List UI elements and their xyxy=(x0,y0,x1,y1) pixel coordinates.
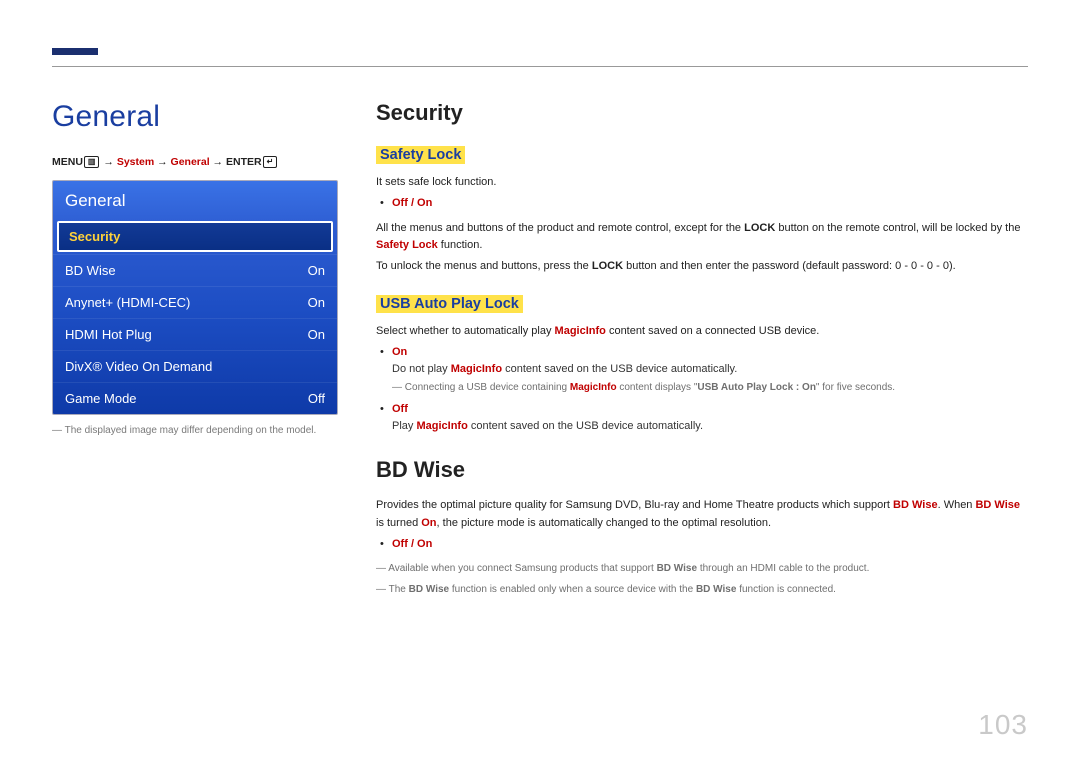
breadcrumb: MENU▥ → System → General → ENTER↵ xyxy=(52,156,338,168)
top-rule xyxy=(52,66,1028,67)
osd-item-value: On xyxy=(308,263,325,278)
text: content saved on the USB device automati… xyxy=(468,420,703,432)
osd-item-label: HDMI Hot Plug xyxy=(65,327,152,342)
osd-item-label: Anynet+ (HDMI-CEC) xyxy=(65,295,190,310)
osd-title: General xyxy=(53,181,337,219)
osd-panel: General Security BD Wise On Anynet+ (HDM… xyxy=(52,180,338,415)
osd-item-value: On xyxy=(308,295,325,310)
text: function. xyxy=(438,239,483,251)
option-off-on: Off / On xyxy=(392,197,432,209)
usb-option-on: On Do not play MagicInfo content saved o… xyxy=(380,344,1028,395)
text: Provides the optimal picture quality for… xyxy=(376,499,893,511)
bdwise-options: Off / On xyxy=(380,536,1028,553)
safety-lock-word: Safety Lock xyxy=(376,239,438,251)
on-word: On xyxy=(421,517,436,529)
bdwise-word: BD Wise xyxy=(657,563,697,574)
breadcrumb-sep: → xyxy=(210,156,226,168)
usb-note-string: USB Auto Play Lock : On xyxy=(697,382,816,393)
osd-item-label: BD Wise xyxy=(65,263,116,278)
text: Play xyxy=(392,420,416,432)
osd-footnote-text: The displayed image may differ depending… xyxy=(65,425,317,436)
bdwise-desc: Provides the optimal picture quality for… xyxy=(376,497,1028,531)
bdwise-note2: ― The BD Wise function is enabled only w… xyxy=(376,582,1028,597)
safety-lock-desc3: To unlock the menus and buttons, press t… xyxy=(376,258,1028,275)
bdwise-word: BD Wise xyxy=(696,584,736,595)
bdwise-note1: ― Available when you connect Samsung pro… xyxy=(376,561,1028,576)
text: To unlock the menus and buttons, press t… xyxy=(376,260,592,272)
lock-word: LOCK xyxy=(744,222,775,234)
text: button on the remote control, will be lo… xyxy=(775,222,1020,234)
text: . When xyxy=(938,499,976,511)
text: The xyxy=(389,584,409,595)
option-off-on: Off / On xyxy=(392,538,432,550)
text: function is connected. xyxy=(736,584,836,595)
subheading-usb-auto-play-lock: USB Auto Play Lock xyxy=(376,295,523,313)
magicinfo-word: MagicInfo xyxy=(416,420,467,432)
text: Do not play xyxy=(392,363,451,375)
option-on: On xyxy=(392,346,407,358)
safety-lock-desc: It sets safe lock function. xyxy=(376,174,1028,191)
subheading-safety-lock: Safety Lock xyxy=(376,146,465,164)
safety-lock-desc2: All the menus and buttons of the product… xyxy=(376,220,1028,254)
breadcrumb-sep: → xyxy=(154,156,170,168)
text: through an HDMI cable to the product. xyxy=(697,563,869,574)
osd-item-bdwise[interactable]: BD Wise On xyxy=(53,254,337,286)
breadcrumb-enter: ENTER xyxy=(226,156,262,168)
text: function is enabled only when a source d… xyxy=(449,584,696,595)
text: Connecting a USB device containing xyxy=(405,382,570,393)
breadcrumb-menu: MENU xyxy=(52,156,83,168)
bdwise-word: BD Wise xyxy=(409,584,449,595)
text: content saved on the USB device automati… xyxy=(502,363,737,375)
usb-on-note: ― Connecting a USB device containing Mag… xyxy=(392,380,1028,395)
osd-item-value: Off xyxy=(308,391,325,406)
osd-item-value: On xyxy=(308,327,325,342)
breadcrumb-sep: → xyxy=(100,156,116,168)
text: All the menus and buttons of the product… xyxy=(376,222,744,234)
text: button and then enter the password (defa… xyxy=(623,260,956,272)
usb-option-off: Off Play MagicInfo content saved on the … xyxy=(380,401,1028,435)
bdwise-word: BD Wise xyxy=(893,499,938,511)
safety-lock-options: Off / On xyxy=(380,195,1028,212)
osd-item-game-mode[interactable]: Game Mode Off xyxy=(53,382,337,414)
page-title: General xyxy=(52,100,338,134)
breadcrumb-general: General xyxy=(171,156,210,168)
option-off: Off xyxy=(392,403,408,415)
heading-security: Security xyxy=(376,100,1028,126)
text: Select whether to automatically play xyxy=(376,325,555,337)
osd-item-anynet[interactable]: Anynet+ (HDMI-CEC) On xyxy=(53,286,337,318)
magicinfo-word: MagicInfo xyxy=(451,363,502,375)
text: is turned xyxy=(376,517,421,529)
page-number: 103 xyxy=(978,709,1028,741)
magicinfo-word: MagicInfo xyxy=(555,325,606,337)
osd-footnote: ― The displayed image may differ dependi… xyxy=(52,425,338,436)
enter-icon: ↵ xyxy=(263,156,278,168)
menu-icon: ▥ xyxy=(84,156,100,168)
osd-item-label: DivX® Video On Demand xyxy=(65,359,212,374)
text: content displays " xyxy=(617,382,698,393)
text: , the picture mode is automatically chan… xyxy=(437,517,771,529)
text: Available when you connect Samsung produ… xyxy=(388,563,656,574)
heading-bd-wise: BD Wise xyxy=(376,457,1028,483)
osd-item-label: Game Mode xyxy=(65,391,137,406)
lock-word: LOCK xyxy=(592,260,623,272)
usb-desc: Select whether to automatically play Mag… xyxy=(376,323,1028,340)
text: " for five seconds. xyxy=(816,382,895,393)
magicinfo-word: MagicInfo xyxy=(570,382,617,393)
breadcrumb-system: System xyxy=(117,156,154,168)
chapter-mark xyxy=(52,48,98,55)
osd-item-security[interactable]: Security xyxy=(57,221,333,252)
bdwise-word: BD Wise xyxy=(975,499,1020,511)
osd-item-divx[interactable]: DivX® Video On Demand xyxy=(53,350,337,382)
osd-item-hdmi-hot-plug[interactable]: HDMI Hot Plug On xyxy=(53,318,337,350)
text: content saved on a connected USB device. xyxy=(606,325,819,337)
